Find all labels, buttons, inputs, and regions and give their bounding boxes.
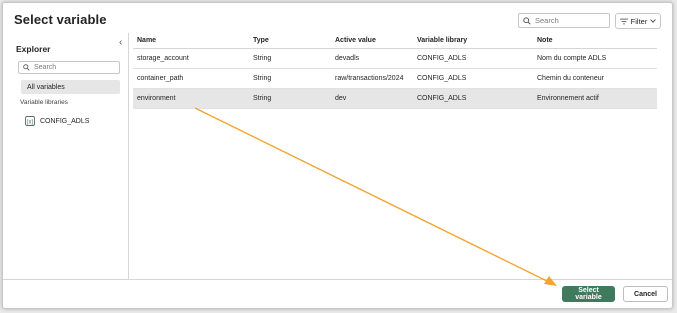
filter-icon xyxy=(619,18,628,24)
cell-variable-library: CONFIG_ADLS xyxy=(417,75,467,82)
cell-active-value: devadls xyxy=(335,55,360,62)
cell-variable-library: CONFIG_ADLS xyxy=(417,55,467,62)
cell-active-value: dev xyxy=(335,95,347,102)
search-input[interactable]: Search xyxy=(518,13,610,28)
explorer-search-input[interactable]: Search xyxy=(18,61,120,74)
explorer-title: Explorer xyxy=(16,44,51,54)
search-placeholder: Search xyxy=(535,16,559,25)
cell-type: String xyxy=(253,55,272,62)
svg-text:(x): (x) xyxy=(27,119,34,125)
table-row-selected[interactable]: environment String dev CONFIG_ADLS Envir… xyxy=(133,89,657,109)
table-row[interactable]: storage_account String devadls CONFIG_AD… xyxy=(133,49,657,69)
cell-type: String xyxy=(253,75,272,82)
select-variable-button[interactable]: Select variable xyxy=(562,286,615,302)
cell-note: Chemin du conteneur xyxy=(537,75,604,82)
cell-type: String xyxy=(253,95,272,102)
variable-library-icon: (x) xyxy=(25,116,35,126)
cancel-button[interactable]: Cancel xyxy=(623,286,668,302)
column-header-note[interactable]: Note xyxy=(537,37,657,44)
filter-label: Filter xyxy=(630,16,648,26)
search-icon xyxy=(23,64,30,71)
explorer-sidebar: ‹ Explorer Search All variables Variable… xyxy=(3,33,129,279)
column-header-name[interactable]: Name xyxy=(133,37,253,44)
collapse-sidebar-icon[interactable]: ‹ xyxy=(119,37,122,48)
dialog-title: Select variable xyxy=(14,12,107,27)
footer-divider xyxy=(3,279,672,280)
cell-name: environment xyxy=(137,95,176,102)
cell-note: Environnement actif xyxy=(537,95,599,102)
search-icon xyxy=(523,16,531,25)
cell-name: container_path xyxy=(137,75,184,82)
variables-table: Name Type Active value Variable library … xyxy=(133,33,657,109)
cell-variable-library: CONFIG_ADLS xyxy=(417,95,467,102)
column-header-type[interactable]: Type xyxy=(253,37,335,44)
library-name: CONFIG_ADLS xyxy=(40,117,90,125)
chevron-down-icon xyxy=(650,19,657,23)
sidebar-item-config-adls[interactable]: (x) CONFIG_ADLS xyxy=(25,115,89,127)
sidebar-item-all-variables[interactable]: All variables xyxy=(21,80,120,94)
table-header: Name Type Active value Variable library … xyxy=(133,33,657,49)
select-variable-dialog: Select variable Search Filter ‹ Explorer… xyxy=(2,2,673,309)
column-header-active-value[interactable]: Active value xyxy=(335,37,417,44)
variable-libraries-heading: Variable libraries xyxy=(20,99,68,106)
column-header-variable-library[interactable]: Variable library xyxy=(417,37,537,44)
explorer-search-placeholder: Search xyxy=(34,64,57,71)
cell-name: storage_account xyxy=(137,55,189,62)
cell-active-value: raw/transactions/2024 xyxy=(335,75,404,82)
cell-note: Nom du compte ADLS xyxy=(537,55,607,62)
filter-button[interactable]: Filter xyxy=(615,13,661,29)
table-row[interactable]: container_path String raw/transactions/2… xyxy=(133,69,657,89)
